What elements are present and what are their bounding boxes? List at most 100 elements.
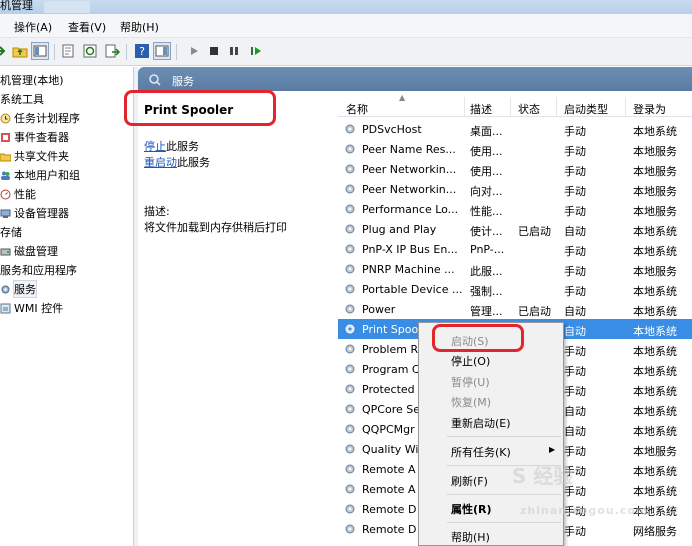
column-header-logon-as[interactable]: 登录为: [633, 101, 666, 117]
column-divider[interactable]: [556, 97, 557, 117]
gear-icon: [344, 323, 356, 335]
restart-icon[interactable]: [248, 43, 264, 59]
callout-start-item: [432, 324, 524, 352]
column-header-status[interactable]: 状态: [518, 101, 540, 117]
column-divider[interactable]: [464, 97, 465, 117]
service-row[interactable]: Performance Lo... 性能... 手动 本地服务: [338, 199, 692, 219]
gear-icon: [344, 283, 356, 295]
gear-icon: [344, 363, 356, 375]
svg-text:?: ?: [139, 45, 145, 58]
context-menu-all-tasks[interactable]: 所有任务(K): [451, 444, 511, 460]
services-list-header: ▲ 名称 描述 状态 启动类型 登录为: [338, 91, 692, 117]
tree-item-device-manager[interactable]: 设备管理器: [0, 204, 69, 222]
shared-folder-icon: [0, 151, 12, 162]
context-menu-stop[interactable]: 停止(O): [451, 353, 490, 369]
sort-ascending-icon: ▲: [399, 93, 406, 102]
service-row[interactable]: Peer Networkin... 向对... 手动 本地服务: [338, 179, 692, 199]
context-menu-pause[interactable]: 暂停(U): [451, 374, 490, 390]
description-text: 将文件加载到内存供稍后打印: [144, 221, 287, 234]
forward-arrow-icon[interactable]: [0, 43, 8, 59]
column-header-startup-type[interactable]: 启动类型: [564, 101, 608, 117]
gear-icon: [344, 263, 356, 275]
tree-item-services[interactable]: 服务: [0, 280, 37, 298]
stop-service-line: 停止此服务: [144, 138, 199, 154]
stop-icon[interactable]: [206, 43, 222, 59]
column-divider[interactable]: [625, 97, 626, 117]
gear-icon: [344, 123, 356, 135]
service-row[interactable]: Portable Device ... 强制... 手动 本地系统: [338, 279, 692, 299]
menu-action[interactable]: 操作(A): [14, 19, 52, 35]
gear-icon: [344, 223, 356, 235]
gear-icon: [344, 463, 356, 475]
tree-item-shared-folders[interactable]: 共享文件夹: [0, 147, 69, 165]
context-menu-resume[interactable]: 恢复(M): [451, 394, 491, 410]
window-title-blur: [44, 1, 90, 13]
play-icon[interactable]: [186, 43, 202, 59]
column-header-description[interactable]: 描述: [470, 101, 492, 117]
tree-item-task-scheduler[interactable]: 任务计划程序: [0, 109, 80, 127]
tree-item-storage[interactable]: 存储: [0, 223, 22, 241]
console-tree: 机管理(本地) 系统工具 任务计划程序 事件查看器 共享文件夹 本地用户和组 性…: [0, 67, 134, 546]
service-row[interactable]: PDSvcHost 桌面... 手动 本地系统: [338, 119, 692, 139]
wmi-icon: [0, 303, 11, 314]
tree-item-computer-management[interactable]: 机管理(本地): [0, 71, 64, 89]
column-header-name[interactable]: 名称: [346, 101, 368, 117]
tree-item-wmi-control[interactable]: WMI 控件: [0, 299, 63, 317]
gear-icon: [344, 443, 356, 455]
service-row[interactable]: PNRP Machine ... 此服... 手动 本地服务: [338, 259, 692, 279]
gear-icon: [344, 303, 356, 315]
tree-item-disk-management[interactable]: 磁盘管理: [0, 242, 58, 260]
pause-icon[interactable]: [226, 43, 242, 59]
context-menu-help[interactable]: 帮助(H): [451, 529, 490, 545]
performance-icon: [0, 189, 11, 200]
context-menu-separator: [447, 436, 561, 437]
tree-item-event-viewer[interactable]: 事件查看器: [0, 128, 69, 146]
gear-icon: [344, 483, 356, 495]
toolbar-separator: [54, 44, 55, 60]
gear-icon: [344, 523, 356, 535]
gear-icon: [344, 243, 356, 255]
properties-page-icon[interactable]: [60, 43, 76, 59]
up-folder-icon[interactable]: [12, 43, 28, 59]
gear-icon: [344, 343, 356, 355]
help-icon[interactable]: ?: [134, 43, 150, 59]
gear-icon: [344, 403, 356, 415]
stop-service-link[interactable]: 停止: [144, 140, 166, 153]
gear-icon: [344, 503, 356, 515]
restart-service-suffix: 此服务: [177, 156, 210, 169]
users-icon: [0, 170, 11, 181]
export-list-icon[interactable]: [104, 43, 120, 59]
toolbar: ?: [0, 38, 692, 66]
description-label: 描述:: [144, 205, 170, 218]
column-divider[interactable]: [510, 97, 511, 117]
gear-icon: [0, 284, 11, 295]
services-header-title: 服务: [172, 75, 194, 88]
window-title: 机管理: [0, 0, 33, 12]
service-row[interactable]: Peer Name Res... 使用... 手动 本地服务: [338, 139, 692, 159]
action-pane-icon[interactable]: [153, 42, 171, 60]
tree-item-system-tools[interactable]: 系统工具: [0, 90, 44, 108]
services-header: 服务: [138, 67, 692, 91]
gear-icon: [344, 203, 356, 215]
service-row[interactable]: Peer Networkin... 使用... 手动 本地服务: [338, 159, 692, 179]
menu-view[interactable]: 查看(V): [68, 19, 106, 35]
service-row[interactable]: Plug and Play 使计... 已启动 自动 本地系统: [338, 219, 692, 239]
context-menu-restart[interactable]: 重新启动(E): [451, 415, 511, 431]
context-menu-refresh[interactable]: 刷新(F): [451, 473, 488, 489]
search-services-icon: [148, 73, 162, 90]
service-row[interactable]: Power 管理... 已启动 自动 本地系统: [338, 299, 692, 319]
restart-service-line: 重启动此服务: [144, 154, 210, 170]
menu-help[interactable]: 帮助(H): [120, 19, 159, 35]
window-title-bar: 机管理: [0, 0, 692, 14]
context-menu-properties[interactable]: 属性(R): [451, 501, 492, 517]
show-hide-tree-icon[interactable]: [31, 42, 49, 60]
stop-service-suffix: 此服务: [166, 140, 199, 153]
restart-service-link[interactable]: 重启动: [144, 156, 177, 169]
refresh-icon[interactable]: [82, 43, 98, 59]
service-row[interactable]: PnP-X IP Bus En... PnP-... 手动 本地系统: [338, 239, 692, 259]
gear-icon: [344, 163, 356, 175]
tree-item-local-users-groups[interactable]: 本地用户和组: [0, 166, 80, 184]
tree-item-performance[interactable]: 性能: [0, 185, 36, 203]
clock-icon: [0, 113, 11, 124]
tree-item-services-applications[interactable]: 服务和应用程序: [0, 261, 77, 279]
